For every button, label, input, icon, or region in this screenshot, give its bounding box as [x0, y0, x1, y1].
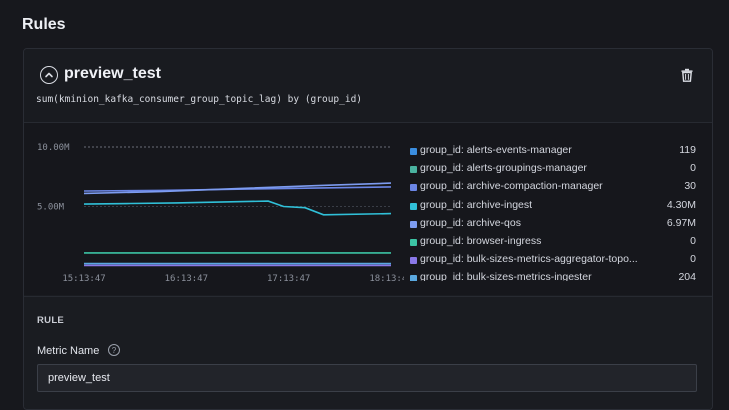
legend-series-value: 6.97M [666, 216, 696, 229]
chevron-up-icon [45, 72, 53, 78]
legend-series-name: group_id: archive-compaction-manager [420, 180, 603, 193]
help-icon[interactable]: ? [108, 344, 120, 356]
collapse-button[interactable] [40, 66, 58, 84]
legend-series-name: group_id: archive-qos [420, 216, 521, 229]
legend-item[interactable]: group_id: archive-compaction-manager 30 [410, 179, 696, 197]
legend-item[interactable]: group_id: browser-ingress 0 [410, 234, 696, 252]
legend-series-value: 119 [679, 144, 696, 156]
legend-series-name: group_id: browser-ingress [420, 234, 542, 247]
chart-panel: 10.00M 5.00M 15:13:47 16:13:47 17:13:47 18:13… [24, 123, 712, 295]
legend-swatch [410, 184, 417, 192]
rule-card: preview_test sum(kminion_kafka_consumer_… [23, 48, 713, 410]
legend-swatch [410, 257, 417, 265]
legend-series-name: group_id: alerts-groupings-manager [420, 162, 587, 175]
legend-item[interactable]: group_id: bulk-sizes-metrics-ingester 204 [410, 270, 696, 281]
rule-card-header: preview_test sum(kminion_kafka_consumer_… [24, 49, 712, 123]
legend-swatch [410, 202, 417, 210]
legend-swatch [410, 148, 417, 155]
legend-series-value: 204 [678, 271, 696, 281]
legend-series-name: group_id: bulk-sizes-metrics-aggregator-… [420, 253, 638, 266]
x-tick-label: 15:13:47 [62, 274, 105, 284]
legend-series-name: group_id: alerts-events-manager [420, 144, 572, 156]
legend-item[interactable]: group_id: archive-ingest 4.30M [410, 198, 696, 216]
x-tick-label: 16:13:47 [165, 274, 208, 284]
legend-swatch [410, 166, 417, 174]
trash-icon [681, 68, 693, 82]
y-tick-label: 10.00M [37, 143, 70, 153]
chart-legend: group_id: alerts-events-manager 119 group_… [410, 143, 696, 281]
legend-series-value: 0 [690, 162, 696, 175]
metric-name-input[interactable] [37, 364, 697, 392]
x-tick-label: 18:13:47 [369, 274, 404, 284]
metric-name-label: Metric Name [37, 345, 100, 357]
section-label: RULE [37, 315, 65, 326]
legend-series-name: group_id: bulk-sizes-metrics-ingester [420, 271, 592, 281]
legend-series-value: 30 [684, 180, 696, 193]
x-tick-label: 17:13:47 [267, 274, 310, 284]
legend-series-name: group_id: archive-ingest [420, 198, 533, 211]
legend-series-value: 4.30M [666, 198, 696, 211]
legend-swatch [410, 238, 417, 246]
legend-item[interactable]: group_id: alerts-events-manager 119 [410, 143, 696, 161]
legend-item[interactable]: group_id: archive-qos 6.97M [410, 216, 696, 234]
legend-swatch [410, 275, 417, 281]
rule-section: RULE Metric Name ? [24, 296, 712, 409]
legend-item[interactable]: group_id: bulk-sizes-metrics-aggregator-… [410, 252, 696, 270]
legend-swatch [410, 220, 417, 228]
page-title: Rules [22, 16, 66, 33]
legend-series-value: 0 [690, 234, 696, 247]
legend-series-value: 0 [690, 253, 696, 266]
series-line[interactable] [83, 200, 392, 216]
y-tick-label: 5.00M [37, 203, 65, 213]
line-chart[interactable]: 10.00M 5.00M 15:13:47 16:13:47 17:13:47 18:13… [24, 123, 404, 295]
delete-button[interactable] [681, 68, 693, 87]
rule-query: sum(kminion_kafka_consumer_group_topic_l… [36, 94, 363, 105]
rule-title: preview_test [64, 65, 161, 82]
legend-item[interactable]: group_id: alerts-groupings-manager 0 [410, 161, 696, 179]
